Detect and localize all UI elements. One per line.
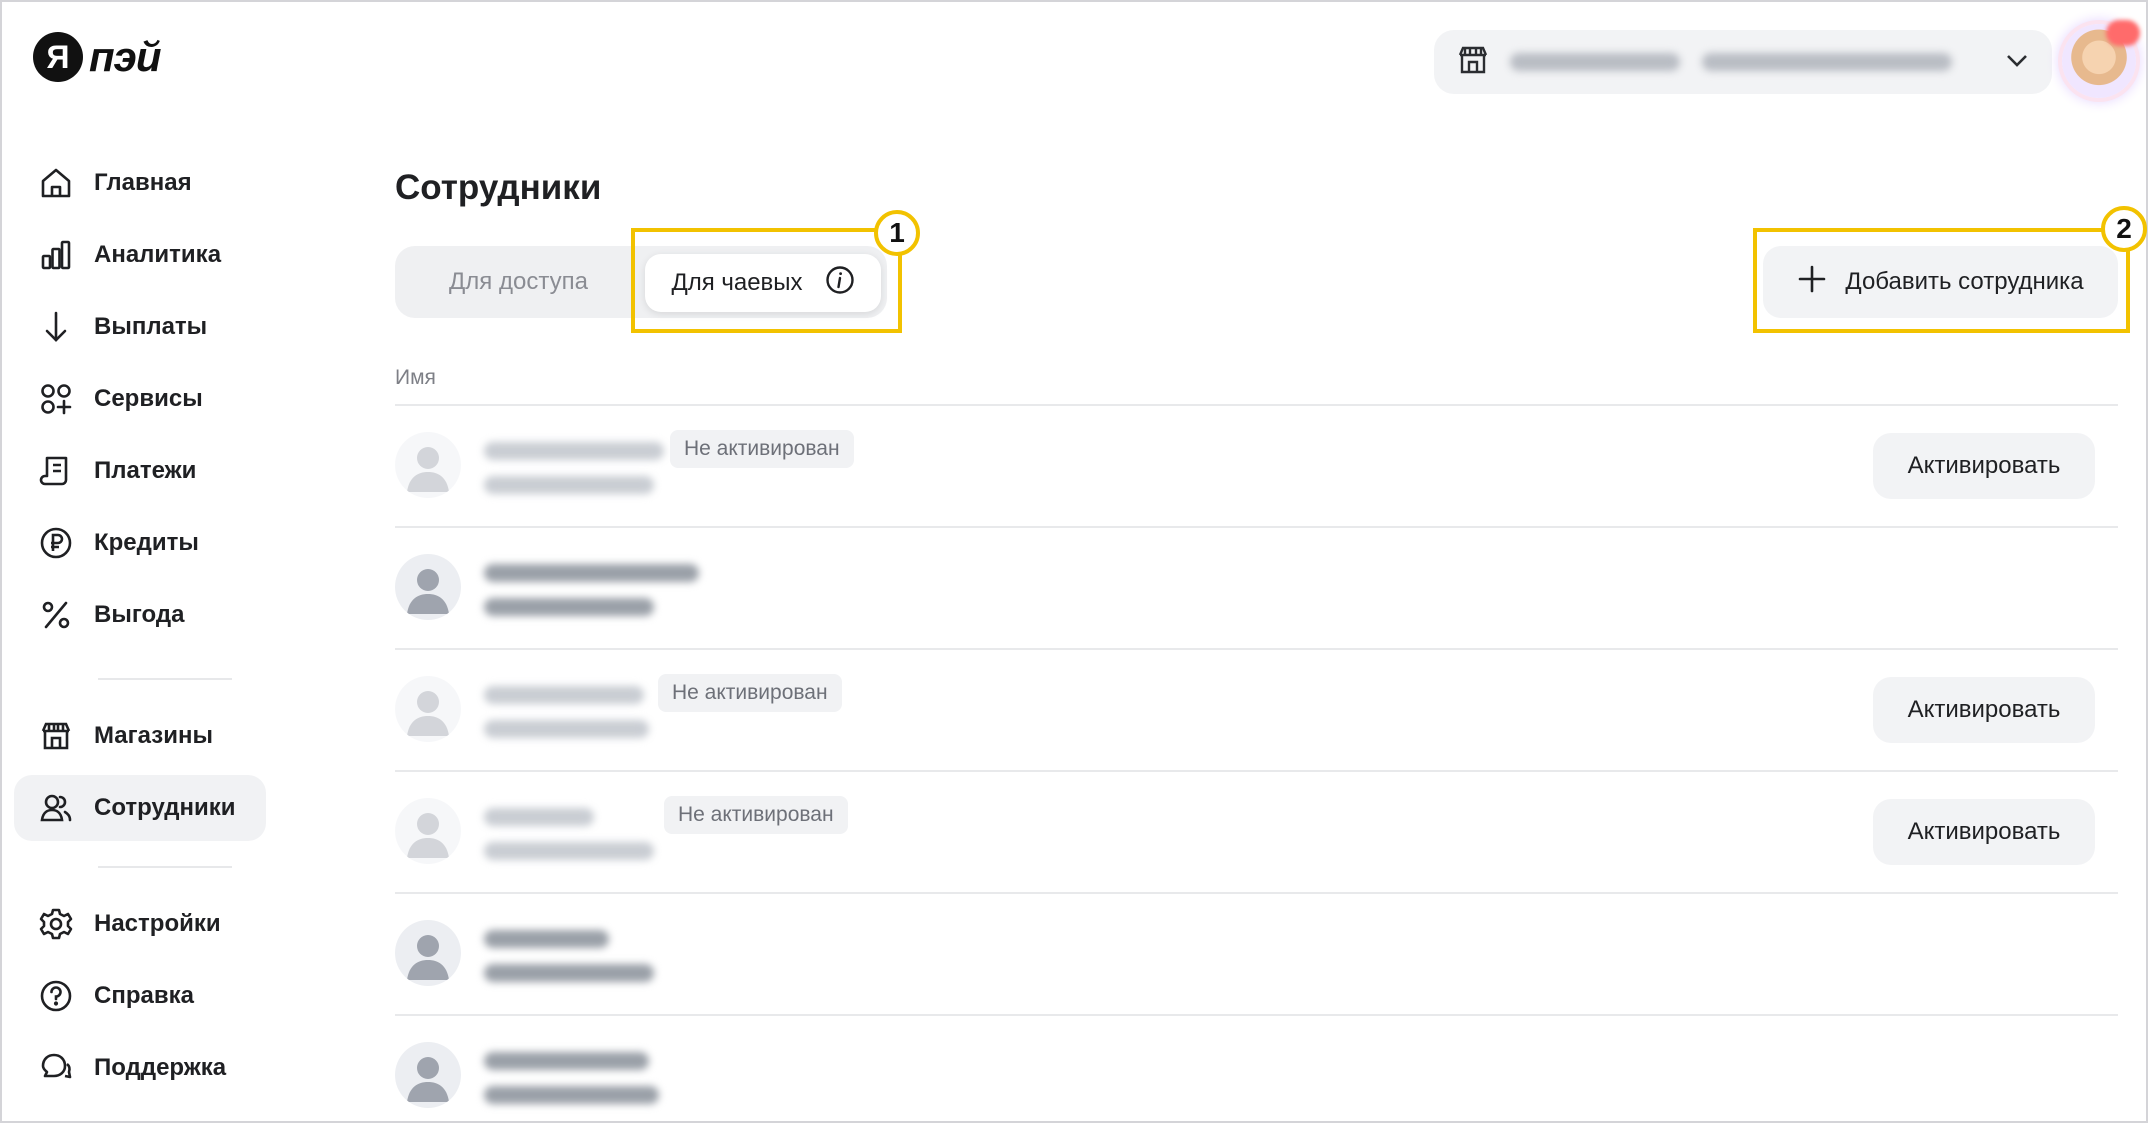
sidebar-item-label: Сервисы	[94, 385, 203, 412]
gear-icon	[38, 906, 74, 942]
sidebar-divider	[98, 678, 232, 680]
activate-button[interactable]: Активировать	[1873, 677, 2095, 743]
status-badge: Не активирован	[658, 674, 842, 712]
employee-phone-blurred	[484, 842, 654, 860]
page-title: Сотрудники	[395, 168, 602, 207]
employee-phone-blurred	[484, 598, 654, 616]
employee-phone-blurred	[484, 1086, 659, 1104]
sidebar-item-credits[interactable]: Кредиты	[14, 510, 266, 576]
bar-chart-icon	[38, 237, 74, 273]
activate-button[interactable]: Активировать	[1873, 799, 2095, 865]
user-avatar[interactable]	[2062, 20, 2140, 98]
sidebar-item-label: Аналитика	[94, 241, 222, 268]
help-circle-icon	[38, 978, 74, 1014]
store-name-blurred	[1510, 53, 1984, 71]
avatar	[395, 432, 461, 498]
table-row[interactable]	[395, 894, 2118, 1016]
table-row[interactable]: Не активирован Активировать	[395, 772, 2118, 894]
avatar	[395, 798, 461, 864]
sidebar-item-support[interactable]: Поддержка	[14, 1035, 266, 1101]
sidebar-item-label: Платежи	[94, 457, 197, 484]
column-header-name: Имя	[395, 366, 436, 389]
store-selector[interactable]	[1434, 30, 2052, 94]
sidebar-item-label: Кредиты	[94, 529, 199, 556]
table-row[interactable]	[395, 1016, 2118, 1138]
avatar	[395, 554, 461, 620]
sidebar-item-label: Выплаты	[94, 313, 208, 340]
ruble-circle-icon	[38, 525, 74, 561]
yandex-pay-logo[interactable]: Я пэй	[33, 32, 161, 82]
tab-label: Для доступа	[449, 268, 588, 295]
employee-phone-blurred	[484, 964, 654, 982]
sidebar-item-employees[interactable]: Сотрудники	[14, 775, 266, 841]
people-icon	[38, 790, 74, 826]
sidebar-item-label: Выгода	[94, 601, 185, 628]
arrow-down-icon	[38, 309, 74, 345]
employee-name-blurred	[484, 808, 594, 826]
notification-badge	[2106, 20, 2140, 46]
sidebar-item-label: Поддержка	[94, 1054, 227, 1081]
status-badge: Не активирован	[664, 796, 848, 834]
status-badge: Не активирован	[670, 430, 854, 468]
home-icon	[38, 165, 74, 201]
logo-mark: Я	[33, 32, 83, 82]
sidebar-divider	[98, 866, 232, 868]
sidebar-item-help[interactable]: Справка	[14, 963, 266, 1029]
store-icon	[1456, 43, 1490, 82]
sidebar-item-label: Настройки	[94, 910, 221, 937]
employee-name-blurred	[484, 930, 609, 948]
table-row[interactable]: Не активирован Активировать	[395, 406, 2118, 528]
employee-name-blurred	[484, 564, 699, 582]
avatar	[395, 1042, 461, 1108]
sidebar-item-settings[interactable]: Настройки	[14, 891, 266, 957]
activate-button[interactable]: Активировать	[1873, 433, 2095, 499]
avatar	[395, 676, 461, 742]
table-row[interactable]	[395, 528, 2118, 650]
employee-phone-blurred	[484, 720, 649, 738]
employee-name-blurred	[484, 442, 664, 460]
employee-name-blurred	[484, 686, 644, 704]
sidebar-item-payments[interactable]: Платежи	[14, 438, 266, 504]
sidebar-item-services[interactable]: Сервисы	[14, 366, 266, 432]
sidebar-item-label: Сотрудники	[94, 794, 236, 821]
sidebar-item-analytics[interactable]: Аналитика	[14, 222, 266, 288]
sidebar-item-stores[interactable]: Магазины	[14, 703, 266, 769]
chevron-down-icon	[2004, 47, 2030, 78]
sidebar-item-benefits[interactable]: Выгода	[14, 582, 266, 648]
chat-icon	[38, 1050, 74, 1086]
receipt-icon	[38, 453, 74, 489]
callout-highlight-1	[631, 228, 902, 333]
sidebar-item-home[interactable]: Главная	[14, 150, 266, 216]
employee-phone-blurred	[484, 476, 654, 494]
callout-number-1: 1	[874, 210, 920, 256]
sidebar-item-payouts[interactable]: Выплаты	[14, 294, 266, 360]
sidebar-item-label: Главная	[94, 169, 192, 196]
tab-access[interactable]: Для доступа	[395, 246, 642, 318]
sidebar-item-label: Справка	[94, 982, 194, 1009]
store-icon	[38, 718, 74, 754]
sidebar-item-label: Магазины	[94, 722, 213, 749]
callout-number-2: 2	[2101, 206, 2147, 252]
table-row[interactable]: Не активирован Активировать	[395, 650, 2118, 772]
services-icon	[38, 381, 74, 417]
logo-text: пэй	[89, 33, 161, 80]
callout-highlight-2	[1753, 228, 2130, 333]
employee-name-blurred	[484, 1052, 649, 1070]
avatar	[395, 920, 461, 986]
percent-icon	[38, 597, 74, 633]
